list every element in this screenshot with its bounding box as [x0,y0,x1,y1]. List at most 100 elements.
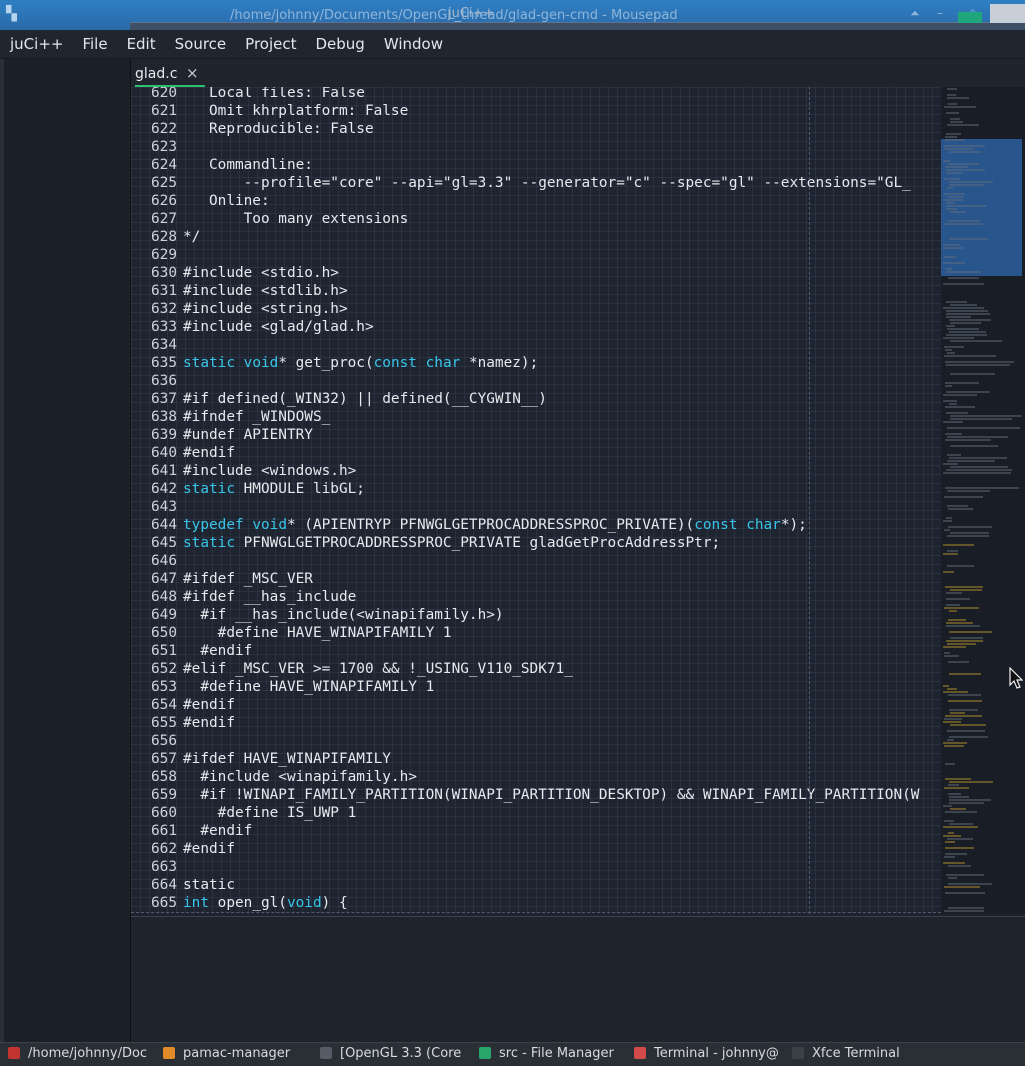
line-number: 643 [151,499,177,515]
line-number: 661 [151,823,177,839]
code-text: Local files: False [183,87,365,101]
line-number: 637 [151,391,177,407]
line-number: 632 [151,301,177,317]
menu-window[interactable]: Window [374,35,452,53]
taskbar-app-icon [634,1047,646,1059]
tray-icon-window[interactable] [990,4,1025,23]
minimize-button[interactable]: – [937,6,943,20]
window-title: juCi++ [448,6,495,21]
code-text: #elif _MSC_VER >= 1700 && !_USING_V110_S… [183,661,573,677]
code-text: #include <stdlib.h> [183,283,348,299]
taskbar-item-label: Terminal - johnny@ [654,1046,779,1061]
taskbar-app-icon [792,1047,804,1059]
line-number: 625 [151,175,177,191]
code-text: #if defined(_WIN32) || defined(__CYGWIN_… [183,391,547,407]
code-text: #endif [183,715,235,731]
line-number: 629 [151,247,177,263]
line-number: 654 [151,697,177,713]
line-number: 640 [151,445,177,461]
code-text: int open_gl(void) { [183,895,348,911]
line-number: 620 [151,87,177,101]
line-number: 649 [151,607,177,623]
line-number: 662 [151,841,177,857]
taskbar-item-label: pamac-manager [183,1046,291,1061]
line-number: 663 [151,859,177,875]
code-text: --profile="core" --api="gl=3.3" --genera… [183,175,911,191]
code-text: #endif [183,445,235,461]
line-number: 626 [151,193,177,209]
line-number: 628 [151,229,177,245]
code-text: #include <string.h> [183,301,348,317]
code-text: #define IS_UWP 1 [183,805,357,821]
taskbar-item-label: [OpenGL 3.3 (Core [340,1046,462,1061]
code-text: Too many extensions [183,211,409,227]
minimap-lines [943,88,1022,912]
taskbar-item[interactable]: pamac-manager [163,1046,290,1066]
line-number: 630 [151,265,177,281]
code-text: Online: [183,193,270,209]
menu-source[interactable]: Source [165,35,236,53]
taskbar-item[interactable]: /home/johnny/Doc [8,1046,147,1066]
line-number: 648 [151,589,177,605]
line-number: 634 [151,337,177,353]
line-number: 657 [151,751,177,767]
code-text: static [183,877,235,893]
shade-icon[interactable]: ⏶ [910,6,920,21]
line-number: 659 [151,787,177,803]
line-number: 644 [151,517,177,533]
taskbar-item[interactable]: Terminal - johnny@ [634,1046,779,1066]
line-number: 650 [151,625,177,641]
menu-jucipp[interactable]: juCi++ [0,35,72,53]
taskbar-item-label: /home/johnny/Doc [28,1046,148,1061]
line-number: 656 [151,733,177,749]
line-number: 660 [151,805,177,821]
menu-debug[interactable]: Debug [305,35,373,53]
code-text: #ifdef __has_include [183,589,357,605]
code-editor[interactable]: 620 Local files: False 621 Omit khrplatfo… [131,87,941,914]
terminal-panel[interactable] [131,916,1025,1043]
taskbar: /home/johnny/Doc pamac-manager [OpenGL 3.3… [0,1042,1025,1066]
taskbar-app-icon [320,1047,332,1059]
taskbar-item-label: src - File Manager [499,1046,614,1061]
code-text: #endif [183,697,235,713]
tab-close-icon[interactable]: × [186,64,199,82]
taskbar-item[interactable]: [OpenGL 3.3 (Core [320,1046,461,1066]
minimap[interactable] [941,87,1025,914]
line-number: 636 [151,373,177,389]
line-number: 651 [151,643,177,659]
code-text: #endif [183,823,253,839]
line-number: 653 [151,679,177,695]
taskbar-item[interactable]: src - File Manager [479,1046,614,1066]
taskbar-app-icon [8,1047,20,1059]
code-text: #include <stdio.h> [183,265,339,281]
code-text: static void* get_proc(const char *namez)… [183,355,539,371]
menu-edit[interactable]: Edit [117,35,165,53]
menubar: juCi++ File Edit Source Project Debug Wi… [0,30,1025,59]
line-number: 635 [151,355,177,371]
line-number: 664 [151,877,177,893]
line-number: 623 [151,139,177,155]
code-text: #include <windows.h> [183,463,357,479]
code-text: #ifndef _WINDOWS_ [183,409,331,425]
code-text: #include <glad/glad.h> [183,319,374,335]
code-text: #define HAVE_WINAPIFAMILY 1 [183,625,452,641]
code-text: static PFNWGLGETPROCADDRESSPROC_PRIVATE … [183,535,721,551]
taskbar-app-icon [479,1047,491,1059]
menu-file[interactable]: File [72,35,116,53]
directory-sidebar[interactable] [0,59,131,1042]
line-number: 646 [151,553,177,569]
code-text: #if __has_include(<winapifamily.h>) [183,607,504,623]
code-text: #define HAVE_WINAPIFAMILY 1 [183,679,435,695]
sidebar-edge [0,59,4,1042]
line-number: 633 [151,319,177,335]
tray-icon-app[interactable] [958,12,982,23]
code-text: #endif [183,841,235,857]
code-text: Omit khrplatform: False [183,103,409,119]
line-number: 622 [151,121,177,137]
menu-project[interactable]: Project [235,35,305,53]
code-text: static HMODULE libGL; [183,481,365,497]
line-number: 642 [151,481,177,497]
taskbar-item[interactable]: Xfce Terminal [792,1046,900,1066]
code-text: #ifdef HAVE_WINAPIFAMILY [183,751,391,767]
tab-label: glad.c [135,66,178,82]
